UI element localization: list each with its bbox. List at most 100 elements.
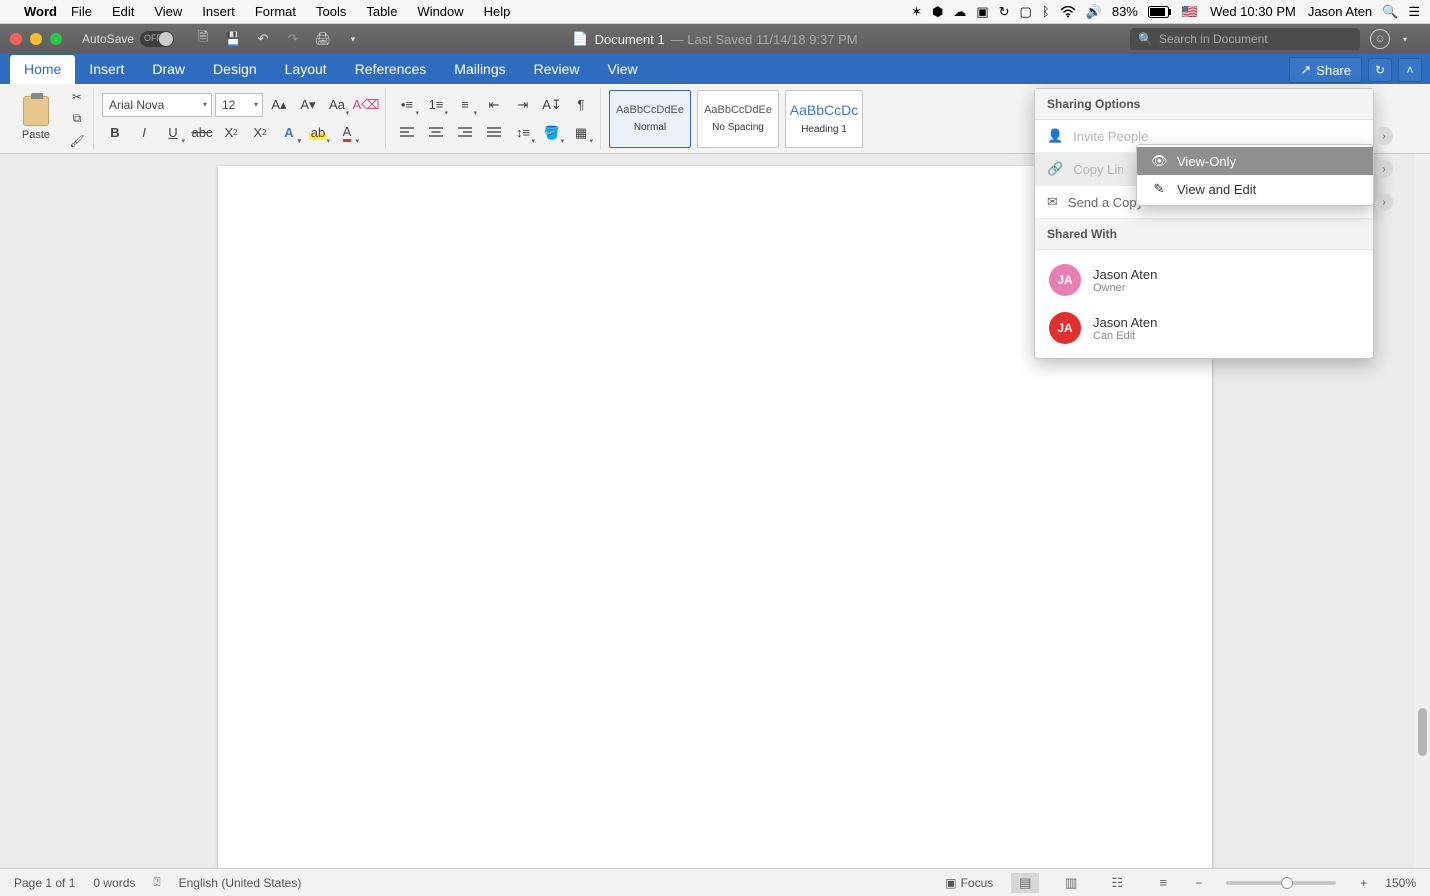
minimize-window-button[interactable] bbox=[30, 33, 42, 45]
battery-icon[interactable] bbox=[1148, 6, 1172, 18]
increase-indent-icon[interactable]: ⇥ bbox=[510, 93, 536, 117]
style-normal[interactable]: AaBbCcDdEe Normal bbox=[609, 90, 691, 148]
flag-icon[interactable]: 🇺🇸 bbox=[1182, 4, 1198, 20]
align-center-icon[interactable] bbox=[423, 121, 449, 145]
text-effects-icon[interactable]: A▾ bbox=[276, 121, 302, 145]
qat-print-icon[interactable]: 🖨 bbox=[311, 29, 335, 49]
zoom-in-button[interactable]: + bbox=[1360, 876, 1367, 890]
print-layout-view-icon[interactable]: ▤ bbox=[1011, 873, 1039, 893]
volume-icon[interactable]: 🔊 bbox=[1086, 4, 1102, 20]
font-name-select[interactable]: Arial Nova▾ bbox=[102, 93, 212, 117]
tab-mailings[interactable]: Mailings bbox=[440, 55, 519, 84]
spellcheck-icon[interactable]: ⍰ bbox=[153, 875, 160, 890]
history-icon[interactable]: ↻ bbox=[1368, 58, 1392, 82]
tab-home[interactable]: Home bbox=[10, 55, 75, 84]
menu-file[interactable]: File bbox=[71, 4, 92, 19]
language-indicator[interactable]: English (United States) bbox=[179, 876, 302, 890]
spotlight-icon[interactable]: 🔍 bbox=[1382, 4, 1398, 20]
multilevel-list-icon[interactable]: ≡▾ bbox=[452, 93, 478, 117]
draft-view-icon[interactable]: ≡ bbox=[1149, 873, 1177, 893]
line-spacing-icon[interactable]: ↕≡▾ bbox=[510, 121, 536, 145]
dropbox-icon[interactable]: ⬢ bbox=[932, 4, 943, 20]
word-count[interactable]: 0 words bbox=[93, 876, 135, 890]
zoom-out-button[interactable]: − bbox=[1195, 876, 1202, 890]
evernote-icon[interactable]: ✶ bbox=[911, 4, 922, 20]
align-right-icon[interactable] bbox=[452, 121, 478, 145]
shared-person[interactable]: JA Jason Aten Owner bbox=[1035, 256, 1373, 304]
web-layout-view-icon[interactable]: ▥ bbox=[1057, 873, 1085, 893]
notification-center-icon[interactable]: ☰ bbox=[1408, 4, 1420, 20]
align-left-icon[interactable] bbox=[394, 121, 420, 145]
page-indicator[interactable]: Page 1 of 1 bbox=[14, 876, 75, 890]
numbering-icon[interactable]: 1≡▾ bbox=[423, 93, 449, 117]
collapse-ribbon-icon[interactable]: ˄ bbox=[1398, 58, 1422, 82]
tab-layout[interactable]: Layout bbox=[271, 55, 341, 84]
tab-draw[interactable]: Draw bbox=[138, 55, 199, 84]
qat-dropdown-icon[interactable]: ▾ bbox=[341, 29, 365, 49]
style-no-spacing[interactable]: AaBbCcDdEe No Spacing bbox=[697, 90, 779, 148]
outline-view-icon[interactable]: ☷ bbox=[1103, 873, 1131, 893]
app-name[interactable]: Word bbox=[24, 4, 57, 19]
font-color-icon[interactable]: A▾ bbox=[334, 121, 360, 145]
menu-format[interactable]: Format bbox=[255, 4, 296, 19]
autosave-toggle[interactable]: AutoSave OFF bbox=[82, 31, 174, 47]
qat-save-icon[interactable]: 💾 bbox=[221, 29, 245, 49]
airplay-icon[interactable]: ▢ bbox=[1020, 4, 1032, 20]
sort-icon[interactable]: A↧ bbox=[539, 93, 565, 117]
focus-mode-button[interactable]: ▣Focus bbox=[945, 876, 993, 890]
underline-button[interactable]: U▾ bbox=[160, 121, 186, 145]
show-marks-icon[interactable]: ¶ bbox=[568, 93, 594, 117]
bullets-icon[interactable]: •≡▾ bbox=[394, 93, 420, 117]
format-painter-icon[interactable]: 🖌 bbox=[67, 132, 87, 150]
scroll-thumb[interactable] bbox=[1418, 708, 1427, 756]
subscript-button[interactable]: X2 bbox=[218, 121, 244, 145]
borders-icon[interactable]: ▦▾ bbox=[568, 121, 594, 145]
menubar-user[interactable]: Jason Aten bbox=[1308, 4, 1372, 19]
feedback-icon[interactable]: ☺ bbox=[1370, 29, 1390, 49]
display-icon[interactable]: ▣ bbox=[976, 4, 988, 20]
italic-button[interactable]: I bbox=[131, 121, 157, 145]
tab-view[interactable]: View bbox=[594, 55, 652, 84]
paste-icon[interactable] bbox=[23, 96, 49, 126]
feedback-dropdown-icon[interactable]: ▾ bbox=[1393, 29, 1417, 49]
decrease-indent-icon[interactable]: ⇤ bbox=[481, 93, 507, 117]
menu-edit[interactable]: Edit bbox=[112, 4, 134, 19]
shrink-font-icon[interactable]: A▾ bbox=[295, 93, 321, 117]
justify-icon[interactable] bbox=[481, 121, 507, 145]
menu-view[interactable]: View bbox=[154, 4, 182, 19]
menu-tools[interactable]: Tools bbox=[316, 4, 346, 19]
copy-icon[interactable]: ⧉ bbox=[67, 110, 87, 128]
change-case-icon[interactable]: Aa▾ bbox=[324, 93, 350, 117]
wifi-icon[interactable] bbox=[1060, 6, 1076, 18]
qat-redo-icon[interactable]: ↷ bbox=[281, 29, 305, 49]
menu-window[interactable]: Window bbox=[417, 4, 463, 19]
timemachine-icon[interactable]: ↻ bbox=[999, 4, 1010, 20]
bold-button[interactable]: B bbox=[102, 121, 128, 145]
shading-icon[interactable]: 🪣▾ bbox=[539, 121, 565, 145]
view-and-edit-item[interactable]: ✎ View and Edit bbox=[1137, 175, 1373, 203]
highlight-icon[interactable]: ab▾ bbox=[305, 121, 331, 145]
tab-review[interactable]: Review bbox=[520, 55, 594, 84]
close-window-button[interactable] bbox=[10, 33, 22, 45]
style-heading1[interactable]: AaBbCcDc Heading 1 bbox=[785, 90, 863, 148]
vertical-scrollbar[interactable] bbox=[1415, 154, 1430, 868]
view-only-item[interactable]: 👁 View-Only bbox=[1137, 147, 1373, 175]
bluetooth-icon[interactable]: ᛒ bbox=[1042, 4, 1050, 19]
tab-references[interactable]: References bbox=[341, 55, 441, 84]
tab-insert[interactable]: Insert bbox=[75, 55, 138, 84]
shared-person[interactable]: JA Jason Aten Can Edit bbox=[1035, 304, 1373, 352]
menu-help[interactable]: Help bbox=[484, 4, 511, 19]
menu-table[interactable]: Table bbox=[366, 4, 397, 19]
fullscreen-window-button[interactable] bbox=[50, 33, 62, 45]
qat-undo-icon[interactable]: ↶ bbox=[251, 29, 275, 49]
font-size-select[interactable]: 12▾ bbox=[215, 93, 263, 117]
search-input[interactable]: 🔍 Search in Document bbox=[1130, 28, 1360, 50]
grow-font-icon[interactable]: A▴ bbox=[266, 93, 292, 117]
qat-home-icon[interactable]: 🗎 bbox=[191, 29, 215, 49]
menu-insert[interactable]: Insert bbox=[202, 4, 235, 19]
superscript-button[interactable]: X2 bbox=[247, 121, 273, 145]
zoom-slider[interactable] bbox=[1226, 881, 1336, 885]
clock[interactable]: Wed 10:30 PM bbox=[1210, 4, 1296, 19]
share-button[interactable]: ↗ Share bbox=[1289, 57, 1362, 83]
tab-design[interactable]: Design bbox=[199, 55, 271, 84]
